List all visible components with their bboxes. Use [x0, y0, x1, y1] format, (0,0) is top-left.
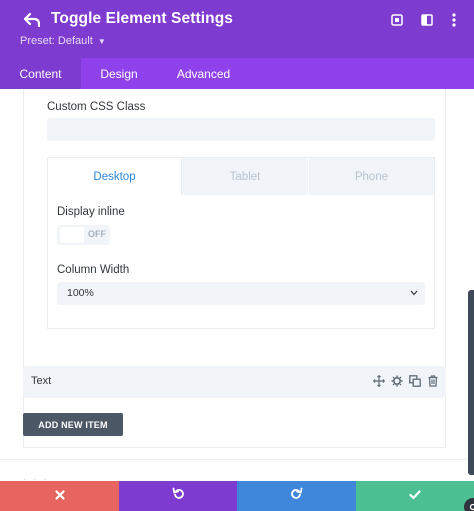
- tab-design[interactable]: Design: [81, 58, 157, 89]
- responsive-tabs: Desktop Tablet Phone: [48, 158, 434, 195]
- column-width-label: Column Width: [57, 264, 130, 276]
- list-item[interactable]: Text: [23, 366, 446, 398]
- delete-icon[interactable]: [426, 374, 440, 388]
- preset-label: Preset: Default: [20, 35, 93, 47]
- back-arrow-icon[interactable]: [22, 9, 42, 31]
- custom-css-class-input[interactable]: [47, 118, 435, 141]
- settings-content[interactable]: Custom CSS Class Desktop Tablet Phone Di…: [0, 89, 474, 481]
- close-icon: [54, 487, 65, 505]
- undo-button[interactable]: [119, 481, 237, 511]
- item-actions: [372, 374, 440, 388]
- custom-css-class-label: Custom CSS Class: [47, 101, 146, 113]
- redo-button[interactable]: [237, 481, 356, 511]
- duplicate-icon[interactable]: [408, 374, 422, 388]
- sidebar-icon[interactable]: [419, 12, 435, 28]
- undo-icon: [172, 487, 185, 505]
- tab-desktop[interactable]: Desktop: [48, 158, 182, 195]
- tab-advanced[interactable]: Advanced: [157, 58, 250, 89]
- modal-title: Toggle Element Settings: [51, 10, 234, 27]
- settings-tabs: Content Design Advanced: [0, 58, 474, 89]
- redo-icon: [290, 487, 303, 505]
- chevron-down-icon: [408, 286, 420, 300]
- add-new-item-button[interactable]: ADD NEW ITEM: [23, 413, 123, 436]
- check-icon: [409, 487, 421, 505]
- display-inline-label: Display inline: [57, 206, 125, 218]
- tab-phone[interactable]: Phone: [309, 158, 434, 195]
- settings-icon[interactable]: [390, 374, 404, 388]
- scrollbar-thumb[interactable]: [468, 290, 474, 475]
- toggle-knob: [60, 227, 84, 243]
- next-section-peek: · · ·: [23, 474, 49, 481]
- display-inline-toggle[interactable]: OFF: [57, 225, 110, 245]
- footer-actions: [0, 481, 474, 511]
- responsive-panel: Desktop Tablet Phone Display inline OFF …: [47, 157, 435, 329]
- preset-selector[interactable]: Preset: Default ▼: [20, 35, 106, 47]
- column-width-select[interactable]: 100%: [57, 282, 425, 305]
- discard-button[interactable]: [0, 481, 119, 511]
- page-settings-badge-icon[interactable]: [464, 498, 474, 511]
- more-icon[interactable]: [446, 12, 462, 28]
- modal-header: Toggle Element Settings Preset: Default …: [0, 0, 474, 58]
- caret-down-icon: ▼: [97, 37, 106, 46]
- move-icon[interactable]: [372, 374, 386, 388]
- tab-tablet[interactable]: Tablet: [182, 158, 309, 195]
- section-divider: [0, 459, 474, 460]
- toggle-state: OFF: [88, 229, 106, 239]
- expand-icon[interactable]: [389, 12, 405, 28]
- tab-content[interactable]: Content: [0, 58, 81, 89]
- save-button[interactable]: [356, 481, 474, 511]
- column-width-value: 100%: [67, 287, 94, 299]
- item-label: Text: [31, 375, 52, 387]
